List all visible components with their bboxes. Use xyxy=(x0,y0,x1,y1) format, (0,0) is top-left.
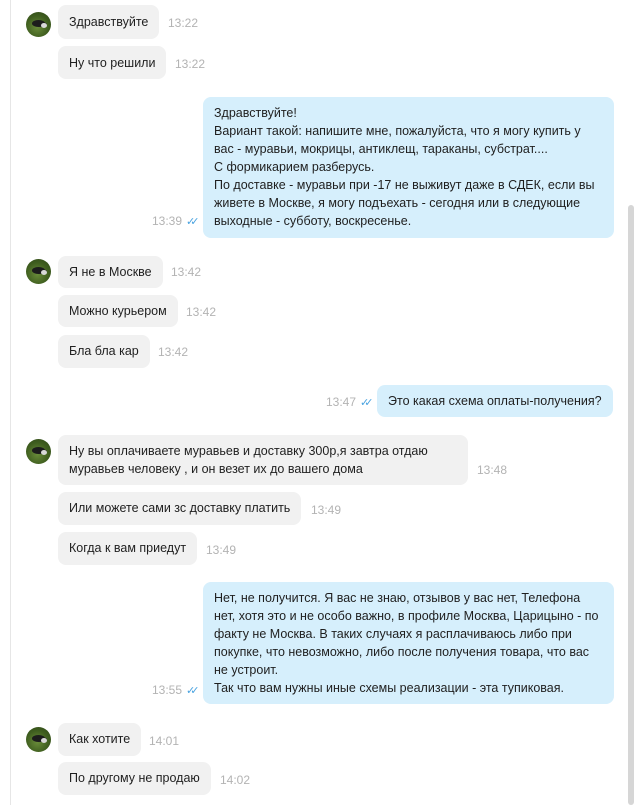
message-text: Можно курьером xyxy=(69,304,167,318)
double-check-icon: ✓✓ xyxy=(186,216,200,228)
ant-detail xyxy=(41,23,47,28)
contact-avatar[interactable] xyxy=(26,259,51,284)
double-check-icon: ✓✓ xyxy=(186,685,200,697)
message-in: Как хотите xyxy=(58,723,142,756)
message-in: Или можете сами зс доставку платить xyxy=(58,492,302,525)
message-text: Ну что решили xyxy=(69,56,156,70)
message-in: Здравствуйте xyxy=(58,5,160,39)
message-time: 13:47 xyxy=(326,395,357,409)
message-text: Бла бла кар xyxy=(69,344,139,358)
message-time: 13:49 xyxy=(311,503,342,517)
message-time: 13:49 xyxy=(206,543,237,557)
message-time: 13:42 xyxy=(158,345,189,359)
message-in: Можно курьером xyxy=(58,295,178,327)
message-in: Я не в Москве xyxy=(58,256,163,288)
ant-detail xyxy=(41,450,47,455)
message-text: По другому не продаю xyxy=(69,771,200,785)
ant-detail xyxy=(41,270,47,275)
message-time: 13:22 xyxy=(168,16,199,30)
message-time: 13:55 xyxy=(152,683,183,697)
contact-avatar[interactable] xyxy=(26,439,51,464)
message-text: Я не в Москве xyxy=(69,265,152,279)
message-text: Здравствуйте! Вариант такой: напишите мн… xyxy=(214,106,595,228)
message-text: Нет, не получится. Я вас не знаю, отзыво… xyxy=(214,591,599,695)
message-time: 14:02 xyxy=(220,773,251,787)
message-in: Бла бла кар xyxy=(58,335,150,368)
message-time: 14:01 xyxy=(149,734,180,748)
message-text: Как хотите xyxy=(69,732,131,746)
message-in: Ну вы оплачиваете муравьев и доставку 30… xyxy=(58,435,468,485)
message-text: Когда к вам приедут xyxy=(69,541,187,555)
message-text: Или можете сами зс доставку платить xyxy=(69,501,291,515)
message-in: Ну что решили xyxy=(58,46,167,79)
message-text: Это какая схема оплаты-получения? xyxy=(388,394,602,408)
message-out: Это какая схема оплаты-получения? xyxy=(377,385,613,417)
divider xyxy=(10,0,11,805)
chat-window: Здравствуйте 13:22 Ну что решили 13:22 З… xyxy=(0,0,636,805)
message-time: 13:39 xyxy=(152,214,183,228)
message-in: Когда к вам приедут xyxy=(58,532,198,565)
scrollbar-thumb[interactable] xyxy=(628,205,634,805)
message-time: 13:48 xyxy=(477,463,508,477)
message-text: Здравствуйте xyxy=(69,15,149,29)
message-time: 13:22 xyxy=(175,57,206,71)
message-time: 13:42 xyxy=(171,265,202,279)
contact-avatar[interactable] xyxy=(26,12,51,37)
contact-avatar[interactable] xyxy=(26,727,51,752)
message-out: Нет, не получится. Я вас не знаю, отзыво… xyxy=(203,582,614,704)
message-text: Ну вы оплачиваете муравьев и доставку 30… xyxy=(69,444,428,476)
ant-detail xyxy=(41,738,47,743)
double-check-icon: ✓✓ xyxy=(360,397,374,409)
message-time: 13:42 xyxy=(186,305,217,319)
message-out: Здравствуйте! Вариант такой: напишите мн… xyxy=(203,97,614,238)
message-in: По другому не продаю xyxy=(58,762,211,795)
